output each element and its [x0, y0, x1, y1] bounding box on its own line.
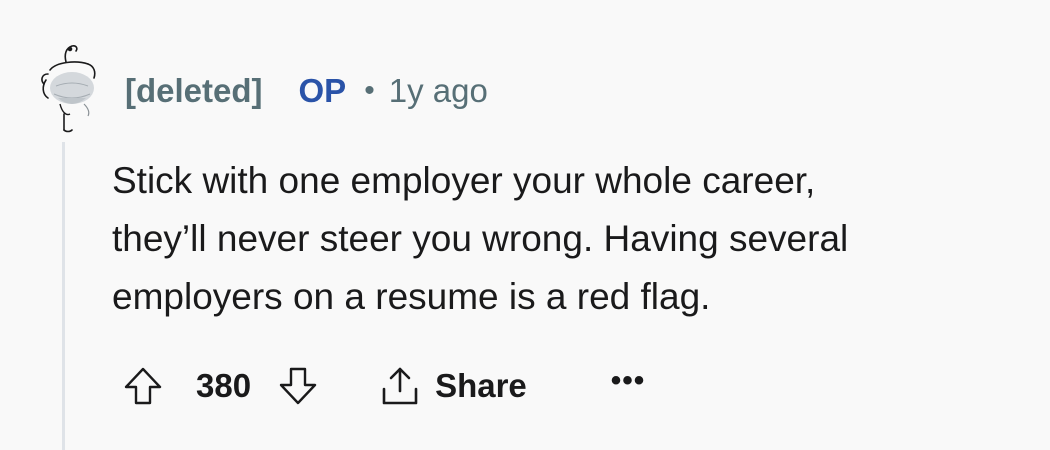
author-name[interactable]: [deleted]	[125, 72, 263, 110]
arrow-up-icon	[124, 367, 162, 405]
comment-actions: 380 Share •••	[120, 360, 645, 412]
share-label: Share	[435, 367, 527, 404]
comment: [deleted] OP • 1y ago Stick with one emp…	[0, 0, 1050, 450]
comment-line: employers on a resume is a red flag.	[112, 276, 711, 317]
share-button[interactable]: Share	[379, 365, 527, 407]
meta-separator: •	[364, 74, 375, 107]
comment-line: Stick with one employer your whole caree…	[112, 160, 816, 201]
arrow-down-icon	[279, 367, 317, 405]
op-badge: OP	[298, 72, 347, 109]
vote-score: 380	[196, 367, 252, 404]
share-icon	[382, 367, 418, 405]
upvote-button[interactable]	[120, 363, 166, 409]
downvote-button[interactable]	[275, 363, 321, 409]
thread-line[interactable]	[62, 142, 65, 450]
deleted-user-snoo-icon[interactable]	[36, 40, 108, 140]
more-options-icon[interactable]: •••	[611, 364, 646, 408]
comment-body: Stick with one employer your whole caree…	[112, 152, 1032, 326]
comment-line: they’ll never steer you wrong. Having se…	[112, 218, 849, 259]
comment-header: [deleted] OP • 1y ago	[125, 70, 488, 112]
timestamp[interactable]: 1y ago	[389, 72, 488, 110]
